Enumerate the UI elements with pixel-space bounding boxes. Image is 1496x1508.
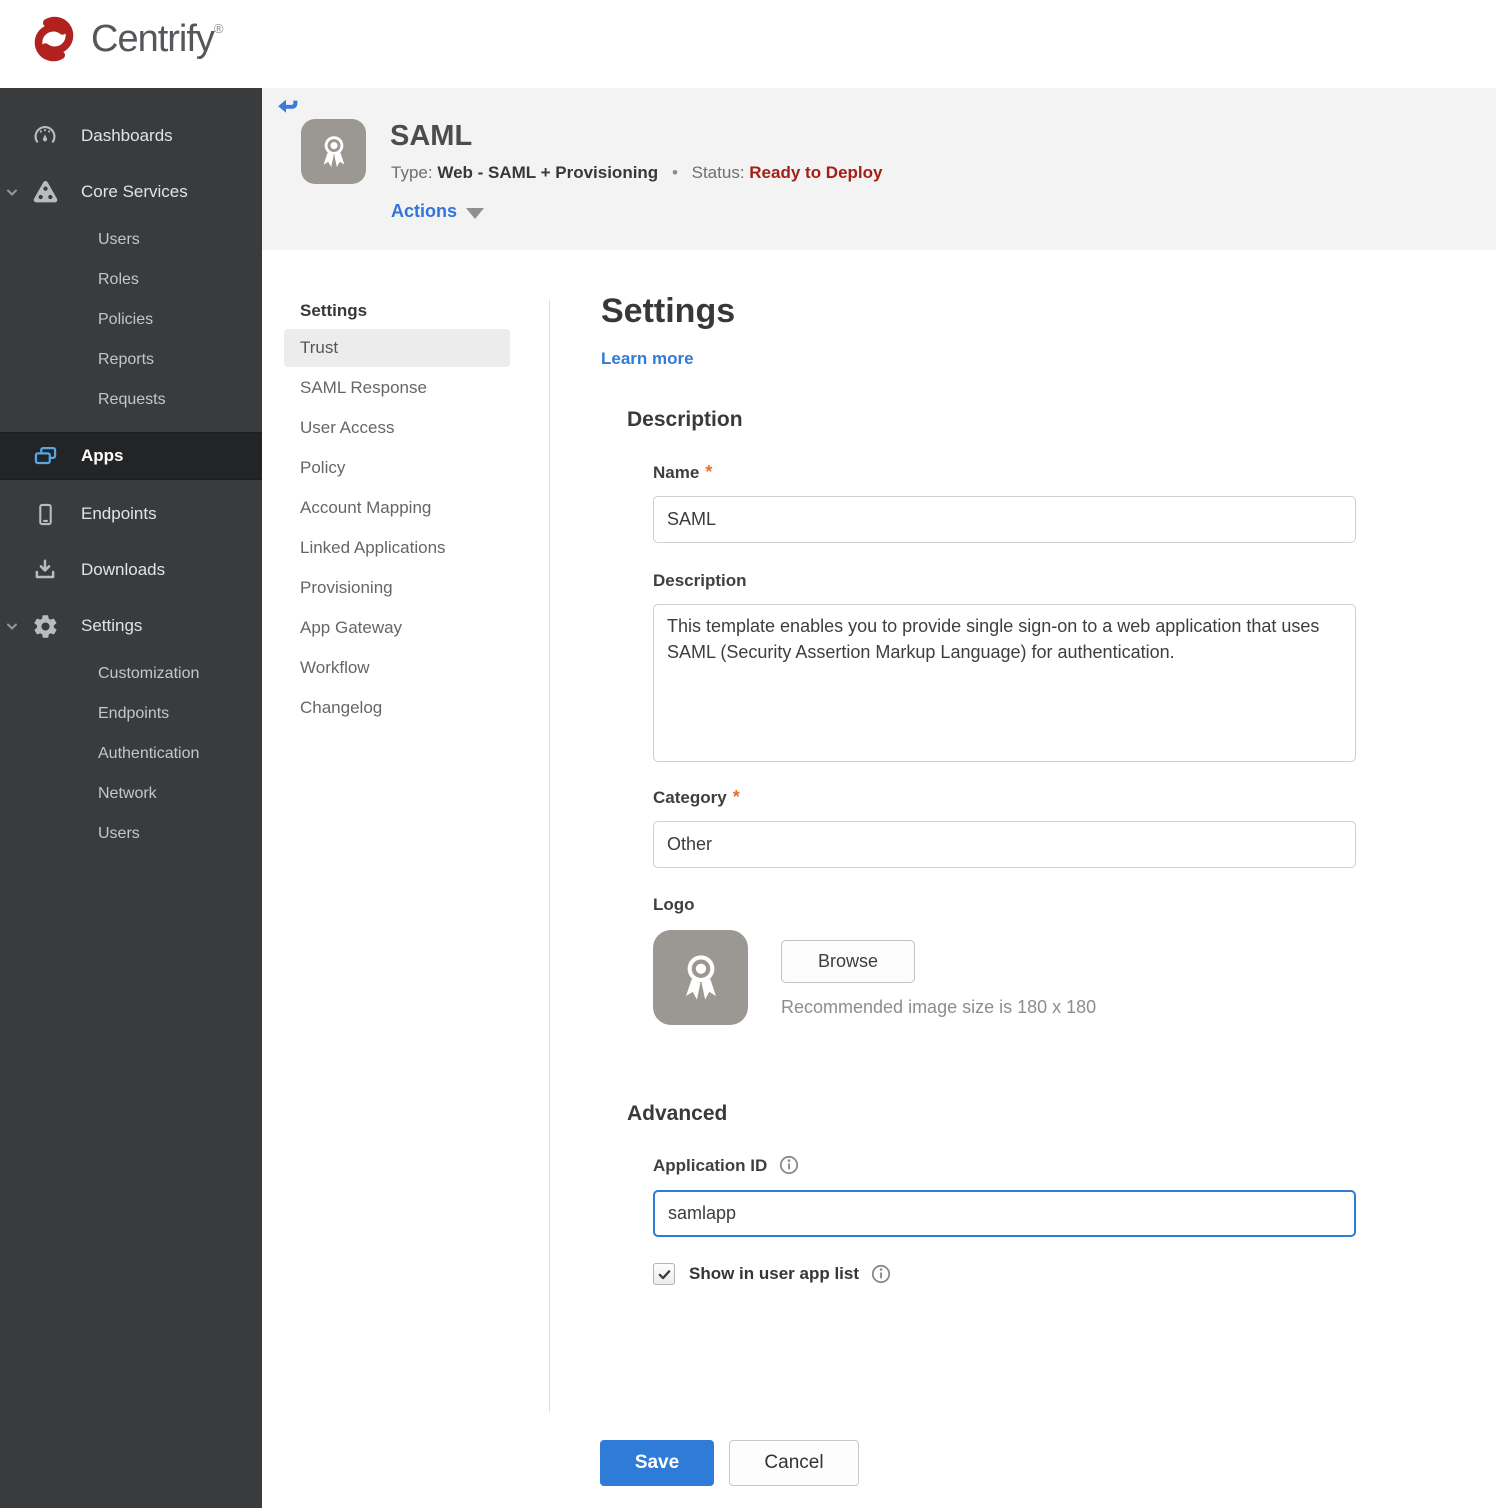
application-id-input[interactable]: [653, 1190, 1356, 1237]
sidebar-item-users[interactable]: Users: [0, 220, 262, 260]
description-label: Description: [653, 571, 747, 590]
name-label: Name *: [653, 462, 713, 482]
brand-name: Centrify®: [91, 17, 224, 60]
core-services-icon: [30, 179, 60, 205]
subnav-item-policy[interactable]: Policy: [284, 448, 510, 488]
app-subnav: Settings Trust SAML Response User Access…: [284, 294, 510, 728]
sidebar-item-downloads[interactable]: Downloads: [0, 542, 262, 598]
chevron-down-icon: [5, 619, 19, 633]
subnav-item-account-mapping[interactable]: Account Mapping: [284, 488, 510, 528]
sidebar-item-settings-users[interactable]: Users: [0, 814, 262, 854]
centrify-logo: Centrify®: [27, 12, 224, 66]
sidebar-item-settings-endpoints[interactable]: Endpoints: [0, 694, 262, 734]
sidebar-item-label: Apps: [81, 446, 124, 465]
show-in-user-app-list-row: Show in user app list: [653, 1263, 891, 1285]
app-title: SAML: [390, 120, 473, 152]
sidebar-item-reports[interactable]: Reports: [0, 340, 262, 380]
required-asterisk: *: [732, 787, 740, 807]
form-footer: Save Cancel: [600, 1440, 859, 1486]
description-section-heading: Description: [627, 408, 743, 431]
content-area: SAML Type: Web - SAML + Provisioning • S…: [262, 88, 1496, 1508]
registered-mark: ®: [213, 20, 224, 36]
sidebar-item-network[interactable]: Network: [0, 774, 262, 814]
sidebar-item-label: Endpoints: [81, 504, 157, 523]
mobile-icon: [30, 501, 60, 527]
sidebar-item-settings[interactable]: Settings: [0, 598, 262, 654]
logo-preview: [653, 930, 748, 1025]
type-label: Type:: [391, 163, 433, 182]
gauge-icon: [30, 123, 60, 149]
learn-more-link[interactable]: Learn more: [601, 349, 694, 369]
subnav-item-changelog[interactable]: Changelog: [284, 688, 510, 728]
back-arrow-icon[interactable]: [276, 96, 300, 120]
sidebar-item-customization[interactable]: Customization: [0, 654, 262, 694]
chevron-down-icon: [5, 185, 19, 199]
sidebar-item-label: Dashboards: [81, 126, 173, 145]
sidebar-item-dashboards[interactable]: Dashboards: [0, 108, 262, 164]
apps-icon: [30, 443, 60, 469]
app-logo-badge: [301, 119, 366, 184]
app-meta-line: Type: Web - SAML + Provisioning • Status…: [391, 163, 882, 183]
advanced-section-heading: Advanced: [627, 1102, 728, 1125]
info-icon[interactable]: [779, 1155, 799, 1175]
subnav-item-linked-applications[interactable]: Linked Applications: [284, 528, 510, 568]
download-icon: [30, 557, 60, 583]
info-icon[interactable]: [871, 1264, 891, 1284]
ribbon-award-icon: [323, 135, 344, 167]
description-textarea[interactable]: This template enables you to provide sin…: [653, 604, 1356, 762]
sidebar-item-label: Settings: [81, 616, 143, 635]
status-value: Ready to Deploy: [749, 163, 883, 182]
separator-dot: •: [671, 163, 678, 182]
ribbon-award-icon: [685, 954, 716, 1000]
centrify-swirl-icon: [34, 16, 74, 62]
page-body: Settings Trust SAML Response User Access…: [262, 250, 1496, 1508]
show-in-user-app-list-label: Show in user app list: [689, 1264, 860, 1283]
sidebar-item-label: Downloads: [81, 560, 166, 579]
sidebar-item-label: Core Services: [81, 182, 188, 201]
top-brand-bar: Centrify®: [0, 0, 1496, 88]
sidebar-item-requests[interactable]: Requests: [0, 380, 262, 420]
logo-size-hint: Recommended image size is 180 x 180: [781, 997, 1097, 1017]
subnav-item-provisioning[interactable]: Provisioning: [284, 568, 510, 608]
sidebar-item-apps[interactable]: Apps: [0, 432, 262, 480]
actions-label: Actions: [391, 201, 458, 221]
subnav-header: Settings: [300, 301, 368, 320]
actions-dropdown[interactable]: Actions: [391, 201, 485, 222]
app-header-band: SAML Type: Web - SAML + Provisioning • S…: [262, 88, 1496, 250]
category-label: Category *: [653, 787, 740, 807]
application-id-label: Application ID: [653, 1155, 799, 1176]
category-input[interactable]: [653, 821, 1356, 868]
browse-button[interactable]: Browse: [781, 940, 915, 983]
logo-label: Logo: [653, 895, 695, 914]
sidebar-item-roles[interactable]: Roles: [0, 260, 262, 300]
vertical-divider: [549, 300, 550, 1412]
name-input[interactable]: [653, 496, 1356, 543]
subnav-item-trust[interactable]: Trust: [284, 329, 510, 367]
save-button[interactable]: Save: [600, 1440, 714, 1486]
sidebar-item-policies[interactable]: Policies: [0, 300, 262, 340]
show-in-user-app-list-checkbox[interactable]: [653, 1263, 675, 1285]
caret-down-icon: [466, 207, 485, 219]
subnav-item-user-access[interactable]: User Access: [284, 408, 510, 448]
type-value: Web - SAML + Provisioning: [437, 163, 659, 182]
subnav-item-app-gateway[interactable]: App Gateway: [284, 608, 510, 648]
sidebar: Dashboards Core Services Users Roles Pol…: [0, 88, 262, 1508]
subnav-item-saml-response[interactable]: SAML Response: [284, 368, 510, 408]
sidebar-item-authentication[interactable]: Authentication: [0, 734, 262, 774]
checkmark-icon: [658, 1269, 670, 1279]
cancel-button[interactable]: Cancel: [729, 1440, 859, 1486]
gear-icon: [30, 613, 60, 639]
subnav-item-workflow[interactable]: Workflow: [284, 648, 510, 688]
sidebar-item-core-services[interactable]: Core Services: [0, 164, 262, 220]
sidebar-item-endpoints[interactable]: Endpoints: [0, 486, 262, 542]
status-label: Status:: [691, 163, 745, 182]
page-title: Settings: [601, 292, 736, 330]
required-asterisk: *: [705, 462, 713, 482]
